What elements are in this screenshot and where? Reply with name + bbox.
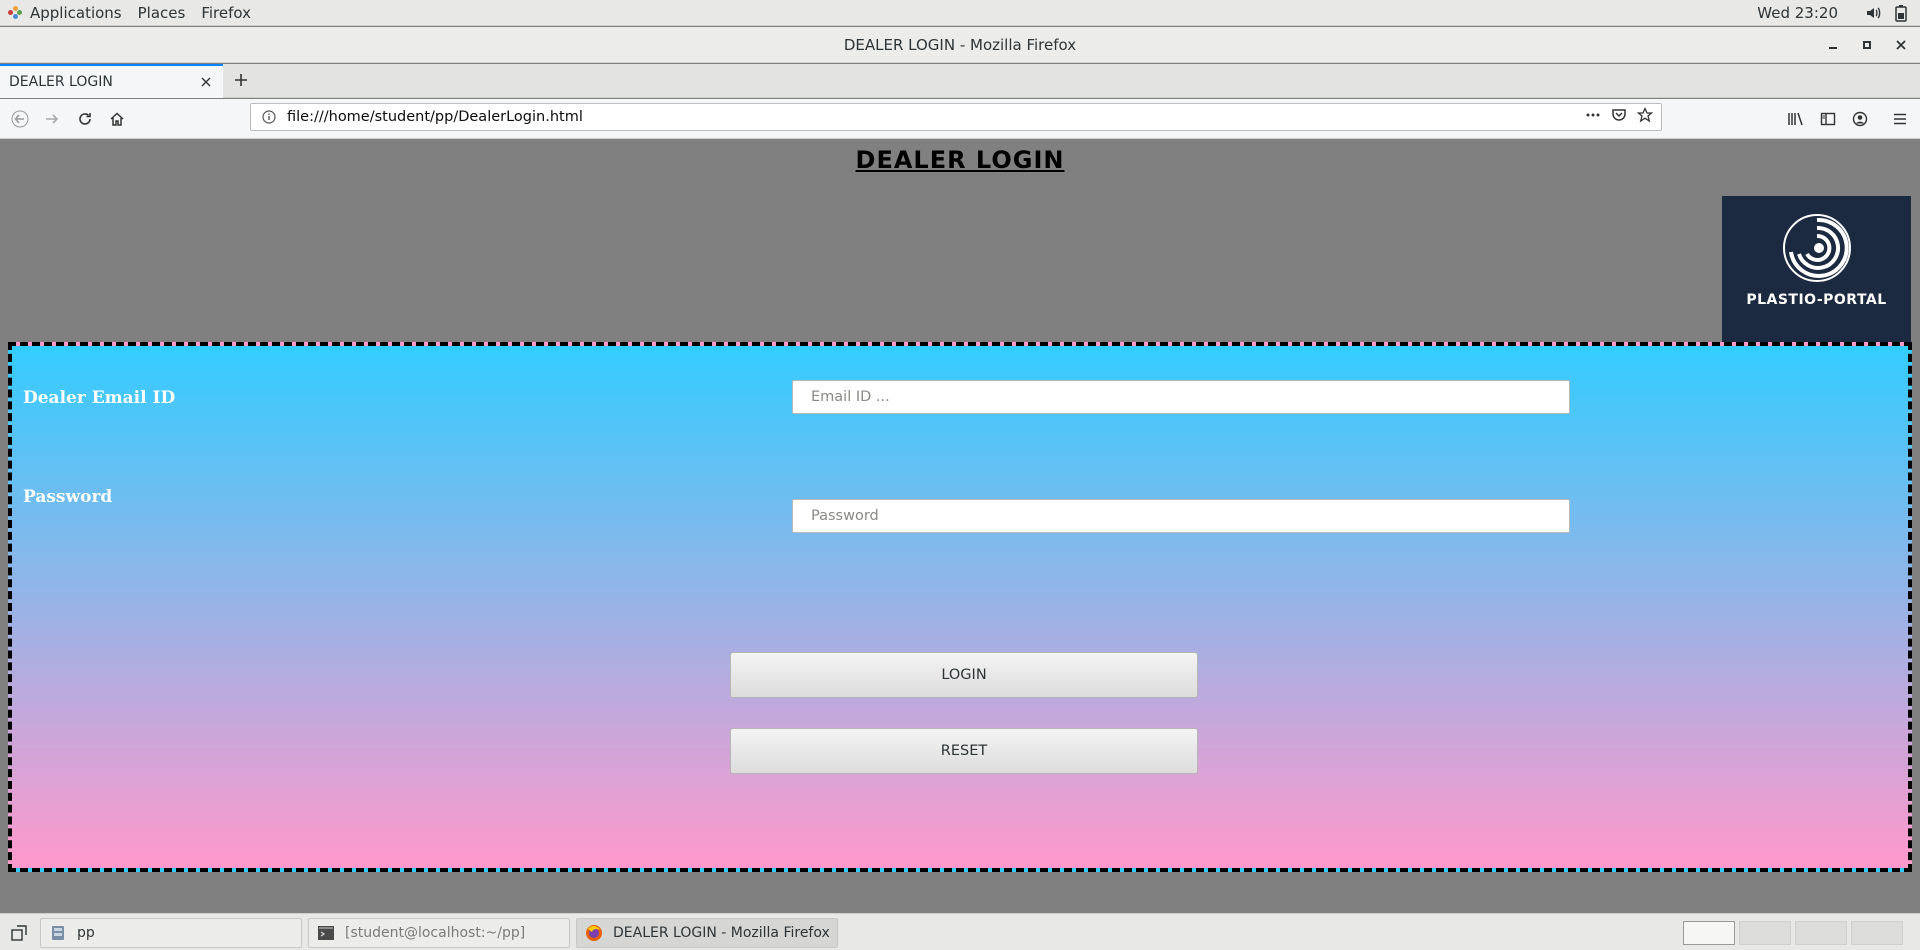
password-label: Password	[23, 487, 113, 507]
clock[interactable]: Wed 23:20	[1757, 4, 1838, 22]
workspace-1[interactable]	[1683, 921, 1735, 945]
brand-logo: PLASTIO-PORTAL	[1722, 196, 1911, 342]
logo-text: PLASTIO-PORTAL	[1746, 292, 1887, 308]
close-tab-icon[interactable]	[197, 73, 215, 91]
window-titlebar[interactable]: DEALER LOGIN - Mozilla Firefox	[0, 27, 1920, 63]
forward-icon[interactable]	[39, 107, 65, 131]
url-text[interactable]: file:///home/student/pp/DealerLogin.html	[287, 109, 583, 125]
url-bar[interactable]: file:///home/student/pp/DealerLogin.html	[250, 103, 1662, 131]
back-icon[interactable]	[7, 107, 33, 131]
site-info-icon[interactable]	[259, 107, 279, 127]
firefox-app-menu[interactable]: Firefox	[193, 0, 259, 26]
bookmark-star-icon[interactable]	[1636, 106, 1654, 127]
taskbar-item-label: pp	[77, 925, 95, 941]
places-menu[interactable]: Places	[130, 0, 194, 26]
navigation-toolbar: file:///home/student/pp/DealerLogin.html	[0, 99, 1920, 139]
show-desktop-icon[interactable]	[6, 920, 32, 946]
top-panel: Applications Places Firefox Wed 23:20	[0, 0, 1920, 26]
workspace-3[interactable]	[1795, 921, 1847, 945]
taskbar-item-firefox[interactable]: DEALER LOGIN - Mozilla Firefox	[576, 918, 838, 948]
login-button[interactable]: LOGIN	[730, 652, 1198, 698]
tab-label: DEALER LOGIN	[9, 74, 113, 90]
sidebar-icon[interactable]	[1815, 107, 1841, 131]
volume-icon[interactable]	[1864, 4, 1882, 22]
email-input[interactable]	[792, 380, 1570, 414]
library-icon[interactable]	[1783, 107, 1809, 131]
page-content: DEALER LOGIN PLASTIO-PORTAL Dealer Email…	[0, 140, 1920, 913]
new-tab-icon[interactable]	[228, 67, 254, 93]
page-title: DEALER LOGIN	[855, 146, 1065, 174]
page-actions-icon[interactable]	[1585, 107, 1601, 127]
password-input[interactable]	[792, 499, 1570, 533]
window-title: DEALER LOGIN - Mozilla Firefox	[843, 35, 1077, 54]
workspace-2[interactable]	[1739, 921, 1791, 945]
pocket-icon[interactable]	[1611, 107, 1627, 127]
taskbar-item-terminal[interactable]: [student@localhost:~/pp]	[308, 918, 570, 948]
email-label: Dealer Email ID	[23, 388, 176, 408]
file-manager-icon	[49, 924, 67, 942]
firefox-icon	[585, 924, 603, 942]
reset-button[interactable]: RESET	[730, 728, 1198, 774]
window-list-panel: pp [student@localhost:~/pp] DEALER LOGIN…	[0, 913, 1920, 950]
maximize-icon[interactable]	[1852, 27, 1882, 63]
tab-strip: DEALER LOGIN	[0, 64, 1920, 98]
workspace-4[interactable]	[1851, 921, 1903, 945]
applications-label: Applications	[30, 3, 122, 22]
account-icon[interactable]	[1847, 107, 1873, 131]
tab-dealer-login[interactable]: DEALER LOGIN	[0, 64, 223, 98]
applications-icon	[8, 5, 22, 20]
taskbar-item-label: DEALER LOGIN - Mozilla Firefox	[613, 925, 830, 941]
hamburger-menu-icon[interactable]	[1887, 107, 1913, 131]
reload-icon[interactable]	[72, 107, 98, 131]
applications-menu[interactable]: Applications	[0, 0, 130, 26]
battery-icon[interactable]	[1892, 4, 1910, 22]
taskbar-item-label: [student@localhost:~/pp]	[345, 925, 526, 941]
terminal-icon	[317, 924, 335, 942]
taskbar-item-pp[interactable]: pp	[40, 918, 302, 948]
minimize-icon[interactable]	[1818, 27, 1848, 63]
close-window-icon[interactable]	[1886, 27, 1916, 63]
swirl-logo-icon	[1782, 214, 1851, 282]
login-form-panel: Dealer Email ID Password LOGIN RESET	[8, 342, 1912, 872]
home-icon[interactable]	[104, 107, 130, 131]
